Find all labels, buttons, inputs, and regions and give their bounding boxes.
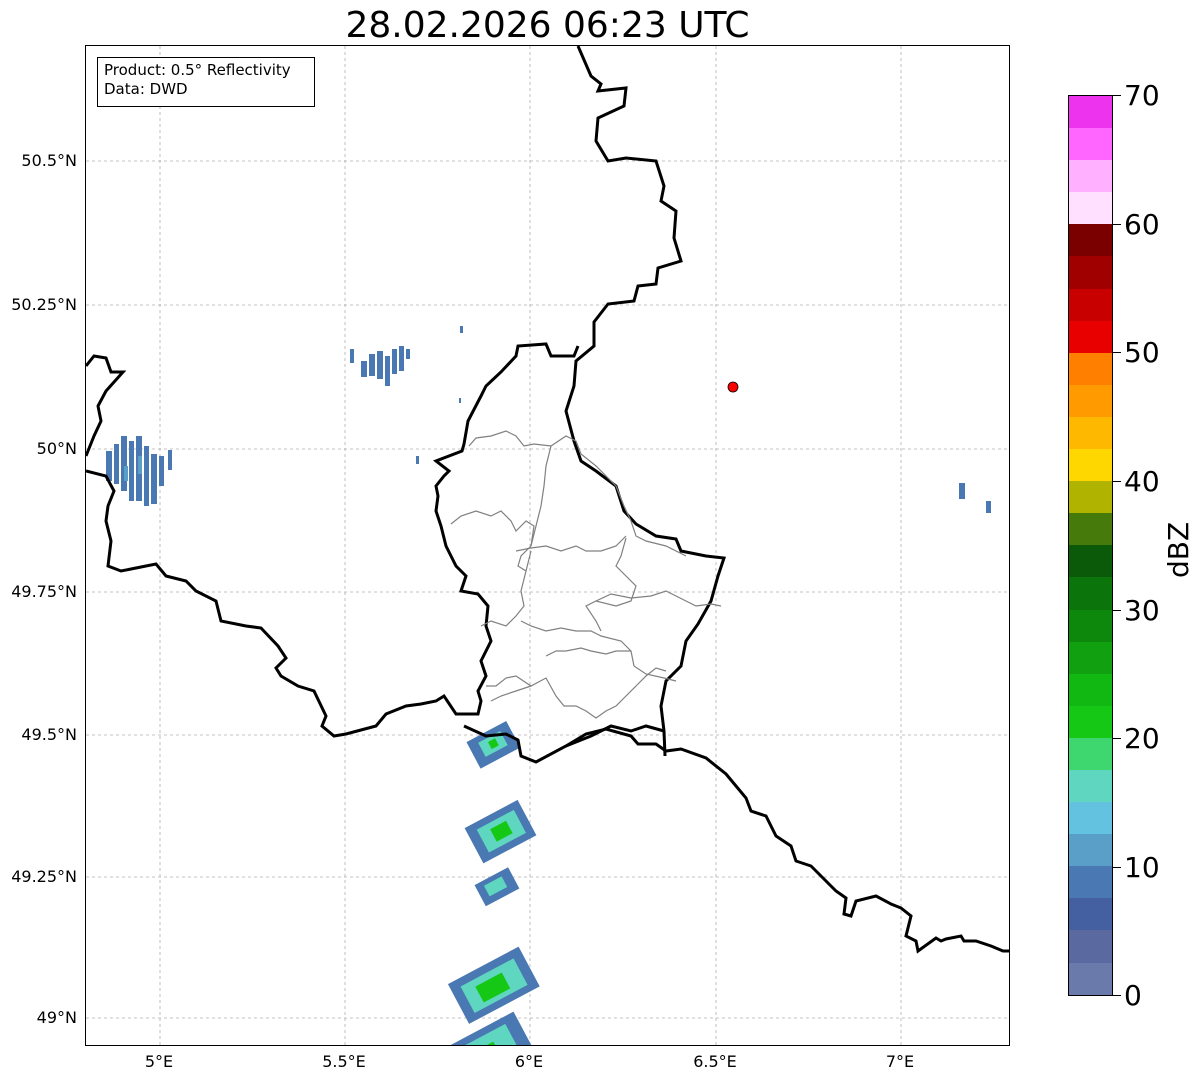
echo-cluster-east: [959, 483, 991, 513]
map-canvas: [86, 46, 1009, 1045]
colorbar-tick: [1113, 610, 1121, 611]
colorbar-label: 20: [1124, 722, 1160, 755]
lat-tick-label: 50°N: [36, 439, 77, 458]
colorbar-segment: [1069, 641, 1112, 674]
echo-band-south: [416, 721, 542, 1045]
colorbar-segment: [1069, 609, 1112, 642]
product-label: Product: 0.5° Reflectivity: [104, 61, 291, 79]
colorbar-segment: [1069, 192, 1112, 225]
echo-cluster-west: [106, 436, 419, 506]
lat-tick-label: 49.5°N: [21, 725, 77, 744]
lat-tick-label: 50.5°N: [21, 151, 77, 170]
colorbar-tick: [1113, 224, 1121, 225]
lon-tick-label: 6°E: [514, 1052, 544, 1071]
colorbar-segment: [1069, 802, 1112, 835]
map-title: 28.02.2026 06:23 UTC: [345, 5, 750, 46]
colorbar-tick: [1113, 738, 1121, 739]
radar-echoes: [106, 326, 991, 1045]
product-info-box: Product: 0.5° Reflectivity Data: DWD: [97, 57, 315, 107]
colorbar-label: 0: [1124, 979, 1142, 1012]
colorbar-unit-label: dBZ: [1162, 521, 1195, 578]
colorbar-tick: [1113, 352, 1121, 353]
data-source-label: Data: DWD: [104, 80, 188, 98]
colorbar-segment: [1069, 673, 1112, 706]
colorbar-segment: [1069, 481, 1112, 514]
country-border-belgium-germany: [564, 46, 727, 757]
colorbar-segment: [1069, 128, 1112, 161]
colorbar-segment: [1069, 513, 1112, 546]
colorbar-label: 70: [1124, 79, 1160, 112]
colorbar-segment: [1069, 96, 1112, 129]
colorbar-segment: [1069, 898, 1112, 931]
colorbar-segment: [1069, 705, 1112, 738]
colorbar-segment: [1069, 416, 1112, 450]
lat-tick-label: 50.25°N: [11, 295, 77, 314]
lon-tick-label: 5.5°E: [322, 1052, 366, 1071]
colorbar-segment: [1069, 866, 1112, 899]
colorbar-label: 50: [1124, 336, 1160, 369]
radar-map[interactable]: [85, 45, 1010, 1046]
colorbar-label: 10: [1124, 851, 1160, 884]
lon-tick-label: 6.5°E: [693, 1052, 737, 1071]
colorbar-label: 30: [1124, 594, 1160, 627]
colorbar-label: 60: [1124, 208, 1160, 241]
colorbar-tick: [1113, 481, 1121, 482]
colorbar-segment: [1069, 288, 1112, 321]
lat-tick-label: 49°N: [36, 1008, 77, 1027]
radar-site-marker: [727, 381, 739, 393]
colorbar-segment: [1069, 769, 1112, 803]
lat-tick-label: 49.75°N: [11, 582, 77, 601]
colorbar-segment: [1069, 577, 1112, 610]
lat-tick-label: 49.25°N: [11, 867, 77, 886]
country-border-france-germany: [463, 724, 1009, 954]
colorbar-segment: [1069, 256, 1112, 289]
colorbar-segment: [1069, 962, 1112, 995]
colorbar: [1068, 95, 1113, 996]
colorbar-segment: [1069, 320, 1112, 353]
lon-tick-label: 7°E: [885, 1052, 915, 1071]
colorbar-segment: [1069, 449, 1112, 482]
colorbar-tick: [1113, 867, 1121, 868]
colorbar-segment: [1069, 160, 1112, 193]
colorbar-segment: [1069, 930, 1112, 963]
colorbar-segment: [1069, 834, 1112, 867]
colorbar-tick: [1113, 95, 1121, 96]
colorbar-segment: [1069, 224, 1112, 257]
admin-boundaries: [450, 430, 722, 719]
colorbar-tick: [1113, 995, 1121, 996]
colorbar-label: 40: [1124, 465, 1160, 498]
lon-tick-label: 5°E: [144, 1052, 174, 1071]
colorbar-segment: [1069, 545, 1112, 578]
echo-cluster-north: [350, 326, 463, 403]
colorbar-segment: [1069, 737, 1112, 770]
colorbar-segment: [1069, 352, 1112, 385]
colorbar-segment: [1069, 384, 1112, 417]
